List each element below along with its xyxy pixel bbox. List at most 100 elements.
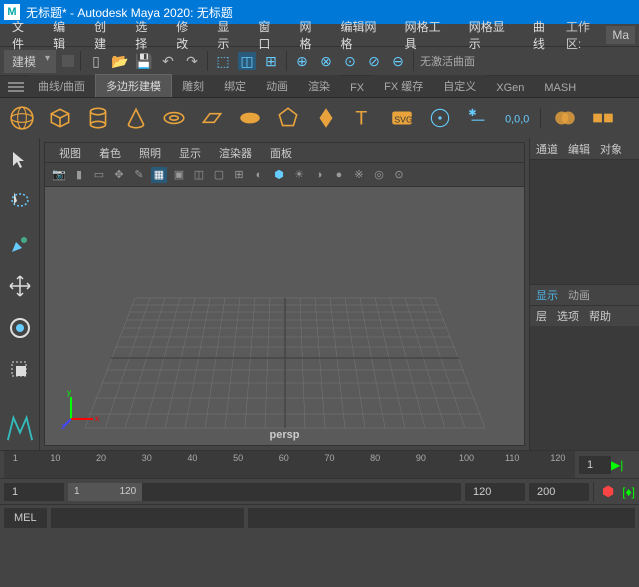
menu-mesh[interactable]: 网格: [291, 16, 330, 54]
time-slider[interactable]: 1 10 20 30 40 50 60 70 80 90 100 110 120…: [0, 450, 639, 478]
wireframe-icon[interactable]: ⊞: [231, 167, 247, 183]
poly-cone-icon[interactable]: [122, 104, 150, 132]
svg-icon[interactable]: SVG: [388, 104, 416, 132]
playback-end-field[interactable]: 120: [465, 483, 525, 501]
maya-home-icon[interactable]: [6, 414, 34, 442]
vp-menu-view[interactable]: 视图: [51, 143, 89, 163]
paint-select-icon[interactable]: ⊞: [262, 52, 280, 70]
save-scene-icon[interactable]: 💾: [135, 52, 153, 70]
grid-icon[interactable]: ▦: [151, 167, 167, 183]
image-plane-icon[interactable]: ▭: [91, 167, 107, 183]
menu-create[interactable]: 创建: [86, 16, 125, 54]
grease-pencil-icon[interactable]: ✎: [131, 167, 147, 183]
construction-plane-icon[interactable]: [426, 104, 454, 132]
film-gate-icon[interactable]: ▣: [171, 167, 187, 183]
lasso-tool-icon[interactable]: ◫: [238, 52, 256, 70]
ao-icon[interactable]: ●: [331, 167, 347, 183]
menu-edit-mesh[interactable]: 编辑网格: [333, 16, 395, 54]
shelf-tab-xgen[interactable]: XGen: [486, 79, 534, 97]
redo-icon[interactable]: ↷: [183, 52, 201, 70]
2d-pan-icon[interactable]: ✥: [111, 167, 127, 183]
open-scene-icon[interactable]: 📂: [111, 52, 129, 70]
poly-cube-icon[interactable]: [46, 104, 74, 132]
menu-modify[interactable]: 修改: [168, 16, 207, 54]
vp-menu-show[interactable]: 显示: [171, 143, 209, 163]
shelf-tab-render[interactable]: 渲染: [298, 75, 340, 97]
range-bar[interactable]: 1 120: [68, 483, 461, 501]
mode-swatch[interactable]: [62, 55, 74, 67]
tab-channels[interactable]: 通道: [536, 141, 558, 157]
center-pivot-icon[interactable]: 0,0,0: [502, 104, 530, 132]
tab-objects[interactable]: 对象: [600, 141, 622, 157]
bookmark-icon[interactable]: ▮: [71, 167, 87, 183]
poly-torus-icon[interactable]: [160, 104, 188, 132]
combine-icon[interactable]: [551, 104, 579, 132]
menu-curves[interactable]: 曲线: [525, 16, 564, 54]
poly-plane-icon[interactable]: [198, 104, 226, 132]
select-tool-icon[interactable]: ⬚: [214, 52, 232, 70]
resolution-gate-icon[interactable]: ◫: [191, 167, 207, 183]
shaded-icon[interactable]: ◐: [251, 167, 267, 183]
autokey-icon[interactable]: ⬢: [598, 483, 618, 500]
range-thumb[interactable]: 1 120: [68, 483, 142, 501]
mode-dropdown[interactable]: 建模: [4, 50, 56, 73]
gate-mask-icon[interactable]: ▢: [211, 167, 227, 183]
menu-mesh-display[interactable]: 网格显示: [461, 16, 523, 54]
lights-icon[interactable]: ☀: [291, 167, 307, 183]
time-current-field[interactable]: 1: [579, 456, 611, 474]
shelf-tab-custom[interactable]: 自定义: [433, 75, 486, 97]
sub-options[interactable]: 选项: [557, 308, 579, 324]
tab-edit[interactable]: 编辑: [568, 141, 590, 157]
scale-tool[interactable]: [6, 356, 34, 384]
cmd-input[interactable]: [51, 508, 244, 528]
poly-disc-icon[interactable]: [236, 104, 264, 132]
tab-display[interactable]: 显示: [536, 287, 558, 303]
shelf-tab-anim[interactable]: 动画: [256, 75, 298, 97]
go-to-end-icon[interactable]: ▶|: [611, 457, 635, 473]
poly-type-icon[interactable]: T: [350, 104, 378, 132]
menu-select[interactable]: 选择: [127, 16, 166, 54]
tab-anim[interactable]: 动画: [568, 287, 590, 303]
anim-start-field[interactable]: 1: [4, 483, 64, 501]
poly-cylinder-icon[interactable]: [84, 104, 112, 132]
vp-menu-lighting[interactable]: 照明: [131, 143, 169, 163]
shelf-tab-sculpt[interactable]: 雕刻: [172, 75, 214, 97]
anim-end-field[interactable]: 200: [529, 483, 589, 501]
undo-icon[interactable]: ↶: [159, 52, 177, 70]
poly-superellipse-icon[interactable]: [312, 104, 340, 132]
sub-help[interactable]: 帮助: [589, 308, 611, 324]
snap-curve-icon[interactable]: ⊗: [317, 52, 335, 70]
poly-sphere-icon[interactable]: [8, 104, 36, 132]
lasso-tool[interactable]: [6, 188, 34, 216]
shelf-menu-icon[interactable]: [4, 82, 28, 92]
xray-icon[interactable]: ◎: [371, 167, 387, 183]
workspace-value[interactable]: Ma: [606, 26, 635, 44]
menu-edit[interactable]: 编辑: [45, 16, 84, 54]
menu-window[interactable]: 窗口: [250, 16, 289, 54]
motion-blur-icon[interactable]: ※: [351, 167, 367, 183]
menu-mesh-tools[interactable]: 网格工具: [397, 16, 459, 54]
vp-menu-renderer[interactable]: 渲染器: [211, 143, 260, 163]
select-tool[interactable]: [6, 146, 34, 174]
sub-layers[interactable]: 层: [536, 308, 547, 324]
snap-plane-icon[interactable]: ⊘: [365, 52, 383, 70]
snap-live-icon[interactable]: ⊖: [389, 52, 407, 70]
menu-file[interactable]: 文件: [4, 16, 43, 54]
cmd-lang-dropdown[interactable]: MEL: [4, 508, 47, 528]
vp-menu-panels[interactable]: 面板: [262, 143, 300, 163]
shelf-tab-poly[interactable]: 多边形建模: [95, 74, 172, 97]
new-scene-icon[interactable]: ▯: [87, 52, 105, 70]
poly-platonic-icon[interactable]: [274, 104, 302, 132]
shelf-tab-fxcache[interactable]: FX 缓存: [374, 75, 433, 97]
menu-display[interactable]: 显示: [209, 16, 248, 54]
snap-together-icon[interactable]: ✱: [464, 104, 492, 132]
separate-icon[interactable]: [589, 104, 617, 132]
camera-select-icon[interactable]: 📷: [51, 167, 67, 183]
viewport[interactable]: y x z persp: [45, 187, 524, 445]
paint-select-tool[interactable]: [6, 230, 34, 258]
time-ticks[interactable]: 1 10 20 30 40 50 60 70 80 90 100 110 120: [4, 451, 575, 478]
textured-icon[interactable]: ⬢: [271, 167, 287, 183]
set-key-icon[interactable]: [♦]: [622, 485, 635, 499]
shelf-tab-fx[interactable]: FX: [340, 79, 374, 97]
shelf-tab-mash[interactable]: MASH: [534, 79, 586, 97]
